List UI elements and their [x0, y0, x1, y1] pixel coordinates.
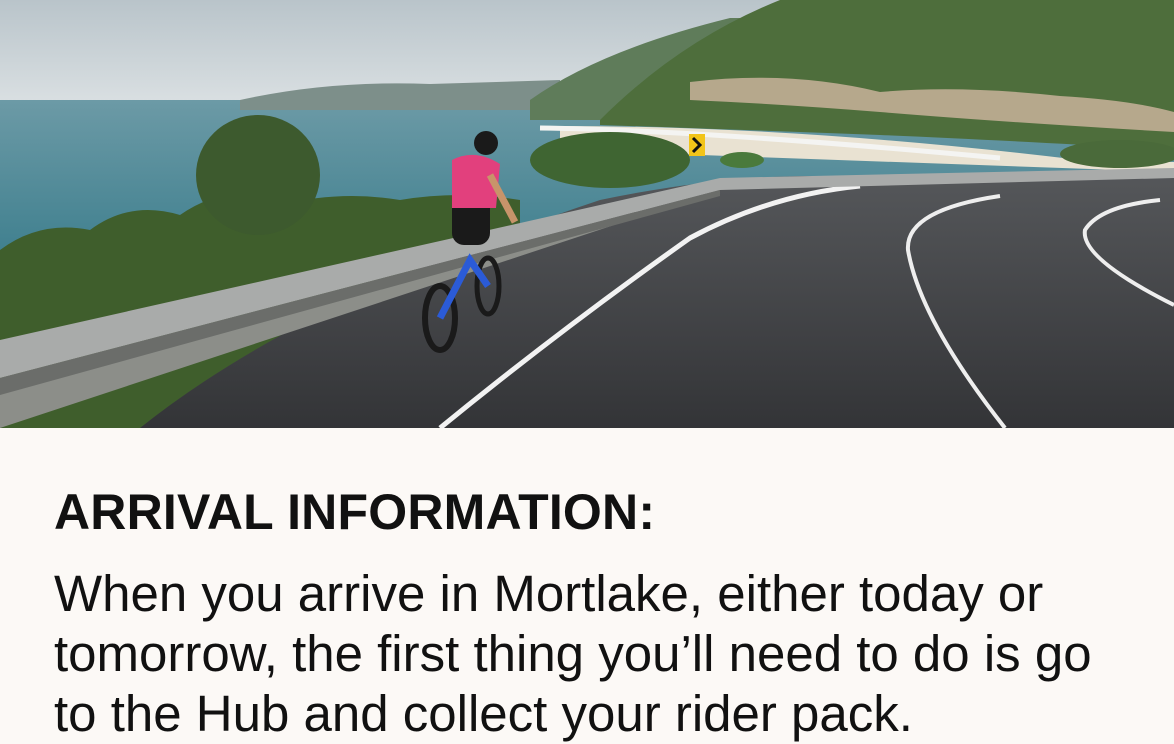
section-heading: ARRIVAL INFORMATION: — [54, 484, 656, 540]
bush — [530, 132, 690, 188]
arrival-body-text: When you arrive in Mortlake, either toda… — [54, 565, 1092, 742]
hero-image — [0, 0, 1174, 428]
tree — [196, 115, 320, 235]
bush-small — [720, 152, 764, 168]
cyclist-coastal-road-photo-icon — [0, 0, 1174, 428]
chevron-sign — [689, 134, 705, 156]
